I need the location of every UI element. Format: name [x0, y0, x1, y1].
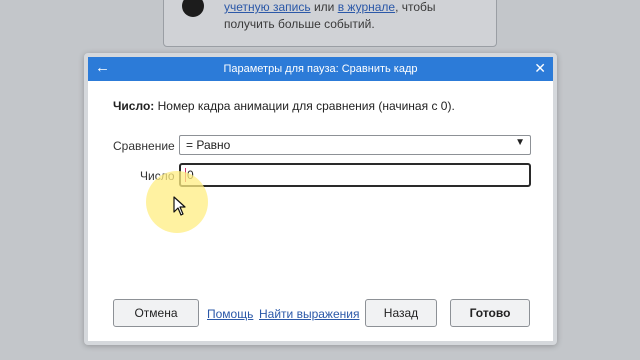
account-link[interactable]: учетную запись	[224, 0, 311, 14]
mouse-pointer-icon	[173, 196, 186, 216]
back-button[interactable]: Назад	[365, 299, 437, 327]
arrow-left-icon[interactable]: ←	[95, 59, 110, 76]
dialog-titlebar: ← Параметры для пауза: Сравнить кадр ✕	[88, 57, 553, 81]
comparison-label: Сравнение	[113, 139, 175, 153]
comparison-select[interactable]: = Равно ▼	[179, 135, 531, 155]
dialog-title: Параметры для пауза: Сравнить кадр	[223, 63, 418, 75]
notice-line2: получить больше событий.	[224, 17, 375, 31]
close-icon[interactable]: ✕	[534, 60, 546, 77]
number-input[interactable]: 0	[179, 163, 531, 187]
notice-text: учетную запись или в журнале, чтобы полу…	[224, 0, 436, 31]
find-expressions-link[interactable]: Найти выражения	[259, 307, 359, 321]
cancel-button[interactable]: Отмена	[113, 299, 199, 327]
comparison-selected-value: = Равно	[186, 138, 231, 152]
background-notice-card: учетную запись или в журнале, чтобы полу…	[163, 0, 497, 47]
description-param-name: Число:	[113, 99, 155, 113]
done-button[interactable]: Готово	[450, 299, 530, 327]
notice-icon	[182, 0, 204, 17]
chevron-down-icon: ▼	[515, 137, 525, 148]
description-text: Номер кадра анимации для сравнения (начи…	[154, 99, 455, 113]
parameter-description: Число: Номер кадра анимации для сравнени…	[113, 99, 455, 113]
help-link[interactable]: Помощь	[207, 307, 253, 321]
journal-link[interactable]: в журнале	[338, 0, 395, 14]
